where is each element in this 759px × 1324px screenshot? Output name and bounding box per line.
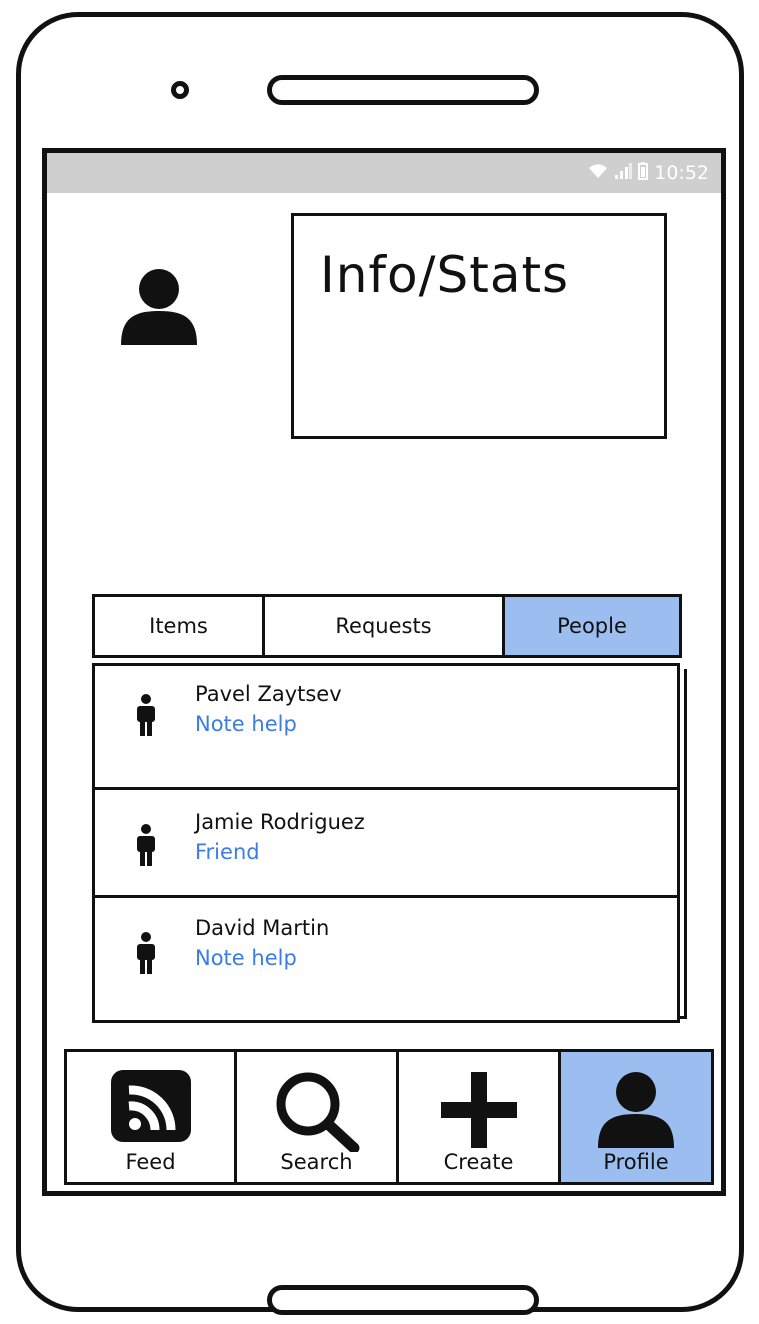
user-icon (594, 1068, 678, 1152)
battery-icon (638, 162, 649, 184)
tab-items[interactable]: Items (95, 597, 265, 655)
profile-tabs: Items Requests People (92, 594, 682, 658)
person-note[interactable]: Friend (195, 840, 260, 864)
avatar-icon[interactable] (117, 263, 201, 347)
wifi-icon (588, 163, 608, 183)
camera-icon (171, 81, 189, 99)
speaker-grille (267, 75, 539, 105)
info-stats-panel: Info/Stats (291, 213, 667, 439)
signal-icon (614, 163, 633, 183)
person-icon (135, 824, 157, 866)
nav-profile-label: Profile (603, 1150, 669, 1174)
nav-profile[interactable]: Profile (561, 1052, 711, 1182)
nav-search[interactable]: Search (237, 1052, 399, 1182)
nav-create[interactable]: Create (399, 1052, 561, 1182)
home-button[interactable] (267, 1285, 539, 1315)
screen: 10:52 Info/Stats Items Requests People P… (42, 148, 726, 1196)
tab-requests[interactable]: Requests (265, 597, 505, 655)
list-item[interactable]: David Martin Note help (95, 898, 677, 1020)
search-icon (272, 1068, 362, 1156)
person-name: Pavel Zaytsev (195, 682, 342, 706)
nav-feed-label: Feed (125, 1150, 176, 1174)
plus-icon (437, 1068, 521, 1156)
person-note[interactable]: Note help (195, 946, 297, 970)
nav-feed[interactable]: Feed (67, 1052, 237, 1182)
people-list: Pavel Zaytsev Note help Jamie Rodriguez … (92, 663, 680, 1023)
info-stats-title: Info/Stats (320, 246, 570, 304)
person-note[interactable]: Note help (195, 712, 297, 736)
list-item[interactable]: Jamie Rodriguez Friend (95, 790, 677, 898)
status-bar: 10:52 (47, 153, 721, 193)
rss-feed-icon (109, 1068, 193, 1148)
person-name: David Martin (195, 916, 330, 940)
tab-people[interactable]: People (505, 597, 679, 655)
person-icon (135, 694, 157, 736)
person-icon (135, 932, 157, 974)
list-item[interactable]: Pavel Zaytsev Note help (95, 666, 677, 790)
status-time: 10:52 (654, 162, 709, 184)
person-name: Jamie Rodriguez (195, 810, 365, 834)
bottom-nav: Feed Search Create Profile (64, 1049, 714, 1185)
